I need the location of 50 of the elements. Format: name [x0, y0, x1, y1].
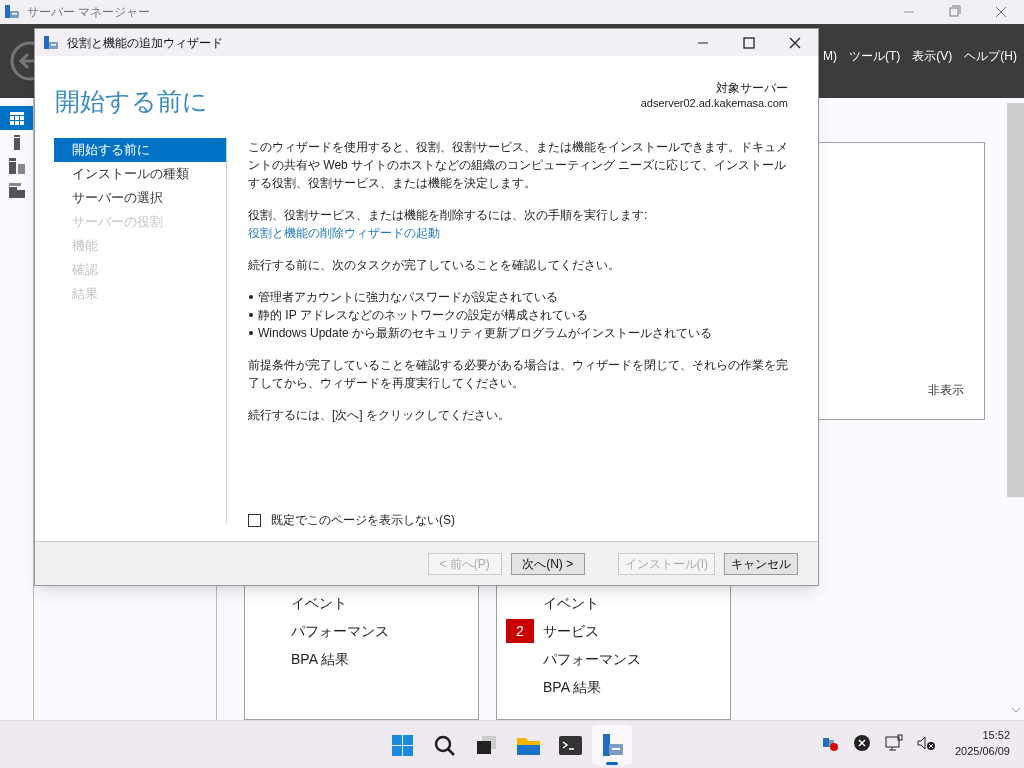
- tile-item[interactable]: イベント: [543, 592, 599, 614]
- nav-icon: [8, 182, 25, 198]
- tile-item[interactable]: パフォーマンス: [291, 620, 389, 642]
- app-icon: [43, 34, 59, 51]
- bullet-icon: [248, 330, 254, 336]
- tile-item[interactable]: サービス: [543, 620, 599, 642]
- wizard-button[interactable]: 次へ(N) >: [510, 552, 585, 575]
- menu-item[interactable]: 表示(V): [912, 47, 953, 65]
- wizard-step[interactable]: 開始する前に: [54, 138, 226, 162]
- target-server-name: adserver02.ad.kakemasa.com: [640, 96, 788, 111]
- app-icon: [4, 4, 20, 20]
- window-title: サーバー マネージャー: [27, 4, 151, 21]
- menu-item[interactable]: ツール(T): [849, 47, 901, 65]
- menu-item[interactable]: M): [823, 47, 837, 65]
- paragraph: 前提条件が完了していることを確認する必要がある場合は、ウィザードを閉じて、それらの作業を完了してから、ウィザードを再度実行してください。: [248, 357, 789, 392]
- scroll-down-icon[interactable]: [1010, 706, 1022, 714]
- wizard-step[interactable]: サーバーの選択: [54, 186, 226, 210]
- page-title: 開始する前に: [55, 86, 208, 117]
- clock-date[interactable]: 2025/06/09: [954, 743, 1010, 759]
- nav-button[interactable]: [0, 106, 33, 130]
- tile-item[interactable]: イベント: [291, 592, 347, 614]
- scrollbar-thumb[interactable]: [1007, 103, 1024, 497]
- bullet-icon: [248, 312, 254, 318]
- paragraph: 続行するには、[次へ] をクリックしてください。: [248, 407, 511, 424]
- list-item: 静的 IP アドレスなどのネットワークの設定が構成されている: [258, 307, 588, 324]
- remove-wizard-link[interactable]: 役割と機能の削除ウィザードの起動: [248, 224, 440, 242]
- paragraph: 続行する前に、次のタスクが完了していることを確認してください。: [248, 257, 621, 274]
- wizard-step[interactable]: インストールの種類: [54, 162, 226, 186]
- list-item: 管理者アカウントに強力なパスワードが設定されている: [258, 289, 558, 306]
- nav-icon: [8, 158, 25, 174]
- target-server-label: 対象サーバー: [716, 80, 788, 96]
- menu-item[interactable]: ヘルプ(H): [964, 47, 1017, 65]
- paragraph: 役割、役割サービス、または機能を削除するには、次の手順を実行します:: [248, 207, 649, 224]
- tile-item[interactable]: パフォーマンス: [543, 648, 641, 670]
- paragraph: このウィザードを使用すると、役割、役割サービス、または機能をインストールできます。ドキュメントの共有や Web サイトのホストなどの組織のコンピューティング ニーズに応じて、インストールする役割、役割サービス、または機能を決定します。: [248, 139, 789, 192]
- tile-item[interactable]: BPA 結果: [543, 676, 602, 698]
- wizard-button[interactable]: キャンセル: [724, 552, 798, 575]
- monitor-icon[interactable]: [884, 733, 904, 753]
- count-badge: 2: [506, 619, 534, 643]
- list-item: Windows Update から最新のセキュリティ更新プログラムがインストールされている: [258, 325, 713, 342]
- nav-icon: [9, 111, 24, 125]
- checkbox-label: 既定でこのページを表示しない(S): [271, 512, 455, 529]
- checkbox[interactable]: [248, 513, 261, 527]
- bullet-icon: [248, 294, 254, 300]
- clock-time[interactable]: 15:52: [982, 727, 1010, 743]
- error-icon[interactable]: [852, 733, 872, 753]
- tile-item[interactable]: BPA 結果: [291, 648, 350, 670]
- nav-icon: [13, 134, 20, 150]
- dialog-title: 役割と機能の追加ウィザード: [67, 34, 223, 52]
- hide-link[interactable]: 非表示: [928, 381, 964, 399]
